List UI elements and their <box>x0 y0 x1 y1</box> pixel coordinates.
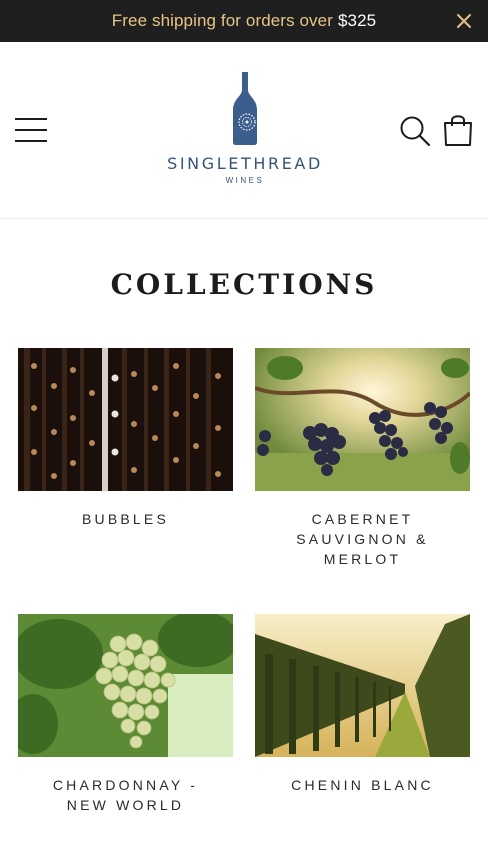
announcement-amount: $325 <box>337 11 377 30</box>
search-button[interactable] <box>399 115 431 147</box>
collection-label: CABERNET SAUVIGNON & MERLOT <box>296 511 429 567</box>
cart-icon <box>444 115 472 146</box>
collection-image <box>18 348 233 491</box>
collection-label: CHARDONNAY - NEW WORLD <box>52 777 199 813</box>
site-logo[interactable]: SINGLETHREAD WINES <box>160 72 330 187</box>
bottle-logo-icon <box>233 72 257 145</box>
close-icon <box>457 14 471 28</box>
announcement-text: Free shipping for orders over <box>111 11 333 30</box>
brand-subtitle: WINES <box>225 176 265 185</box>
collection-card-cabernet[interactable]: CABERNET SAUVIGNON & MERLOT <box>255 348 470 569</box>
cart-button[interactable] <box>443 112 473 146</box>
collection-image <box>255 614 470 757</box>
site-header: SINGLETHREAD WINES <box>0 42 488 219</box>
collection-image <box>18 614 233 757</box>
collection-label: CHENIN BLANC <box>291 777 434 793</box>
collection-card-bubbles[interactable]: BUBBLES <box>18 348 233 529</box>
menu-button[interactable] <box>14 117 48 143</box>
collection-image <box>255 348 470 491</box>
page-title: COLLECTIONS <box>110 268 378 301</box>
collection-label: BUBBLES <box>82 511 169 527</box>
collection-card-chenin-blanc[interactable]: CHENIN BLANC <box>255 614 470 795</box>
collection-card-chardonnay[interactable]: CHARDONNAY - NEW WORLD <box>18 614 233 815</box>
brand-name: SINGLETHREAD <box>167 154 323 173</box>
announcement-bar: Free shipping for orders over $325 <box>0 0 488 42</box>
menu-icon <box>15 118 47 142</box>
search-icon <box>400 116 431 147</box>
close-announcement-button[interactable] <box>452 9 476 33</box>
